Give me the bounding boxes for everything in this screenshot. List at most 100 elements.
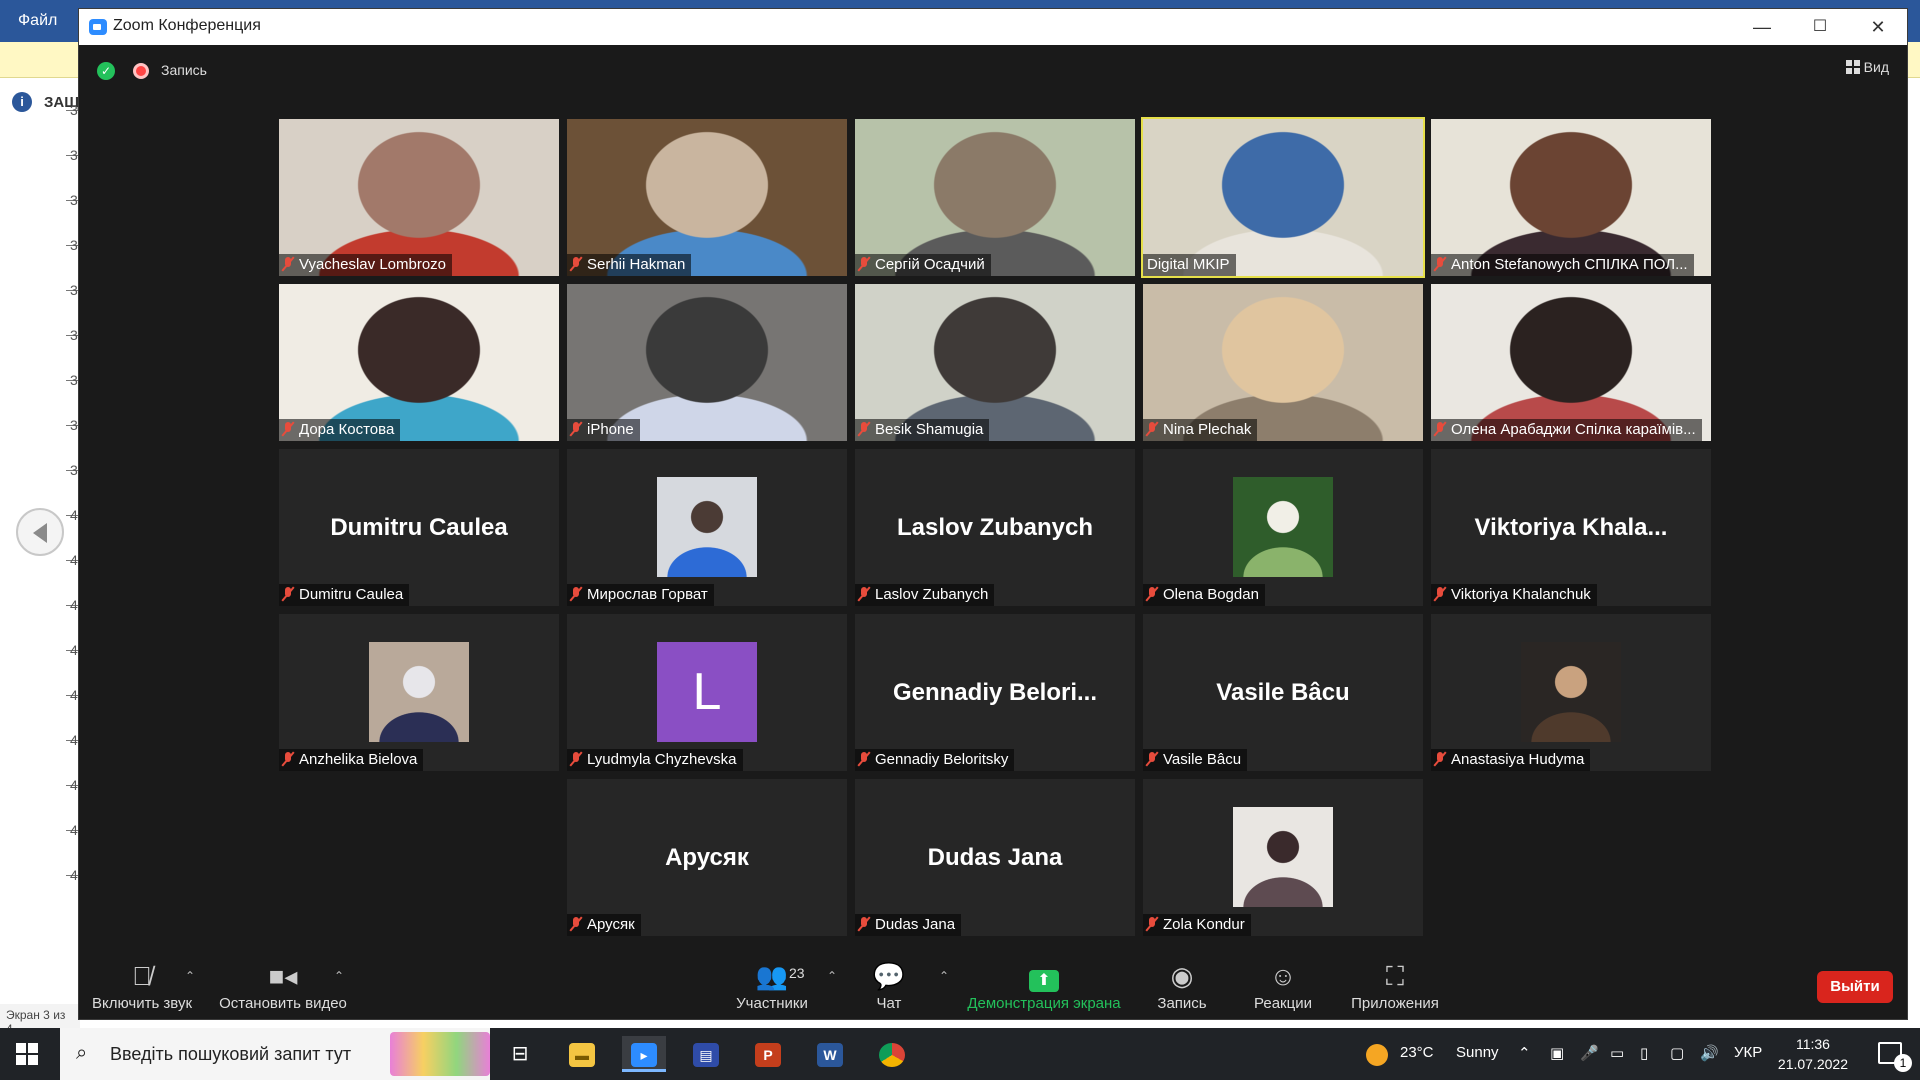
reactions-label: Реакции [1254,995,1312,1012]
chat-button[interactable]: 💬 Чат [859,959,919,1021]
windows-start-icon[interactable] [16,1043,38,1065]
language-indicator[interactable]: УКР [1734,1044,1762,1061]
reactions-button[interactable]: ☺ Реакции [1245,959,1321,1021]
powerpoint-icon[interactable]: P [746,1036,790,1072]
chat-options-caret[interactable]: ⌃ [939,969,949,983]
participant-name: Viktoriya Khalanchuk [1451,586,1591,603]
unmute-button[interactable]: 🎙̸ Включить звук [87,959,197,1021]
zoom-taskbar-icon[interactable]: ▸ [622,1036,666,1072]
tray-battery-icon[interactable]: ▯ [1640,1044,1648,1062]
participant-name: Anzhelika Bielova [299,751,418,768]
participant-tile[interactable]: Vasile Bâcu Vasile Bâcu [1143,614,1423,771]
close-button[interactable]: ✕ [1849,9,1907,45]
record-button[interactable]: ◉ Запись [1147,959,1217,1021]
participant-tile[interactable]: Dudas Jana Dudas Jana [855,779,1135,936]
participant-name: Olena Bogdan [1163,586,1259,603]
tray-volume-icon[interactable]: 🔊 [1700,1044,1719,1062]
participant-tile[interactable]: Олена Арабаджи Спілка караїмів... [1431,284,1711,441]
weather-temperature[interactable]: 23°C [1400,1044,1434,1061]
file-menu[interactable]: Файл [18,12,57,30]
file-explorer-icon[interactable]: ▬ [560,1036,604,1072]
unmute-label: Включить звук [91,995,193,1012]
participant-tile[interactable]: Nina Plechak [1143,284,1423,441]
window-title: Zoom Конференция [113,17,261,34]
participant-tile[interactable]: Viktoriya Khala... Viktoriya Khalanchuk [1431,449,1711,606]
tray-chevron-icon[interactable]: ⌃ [1518,1044,1531,1062]
zoom-logo-icon [89,19,107,35]
participant-tile[interactable]: Gennadiy Belori... Gennadiy Beloritsky [855,614,1135,771]
participant-tile[interactable]: Digital MKIP [1141,117,1425,278]
participant-name-tag: Vyacheslav Lombrozo [279,254,453,276]
stop-video-button[interactable]: ■◂ Остановить видео [215,959,351,1021]
apps-button[interactable]: ⛶ Приложения [1343,959,1447,1021]
participant-tile[interactable]: Besik Shamugia [855,284,1135,441]
participant-tile[interactable]: Anastasiya Hudyma [1431,614,1711,771]
participant-name: Laslov Zubanych [875,586,989,603]
previous-page-button[interactable] [16,508,64,556]
participant-video [1143,284,1423,441]
participant-tile[interactable]: Anton Stefanowych СПІЛКА ПОЛ... [1431,119,1711,276]
participant-tile[interactable]: Vyacheslav Lombrozo [279,119,559,276]
participant-tile[interactable]: Дора Костова [279,284,559,441]
participant-name-tag: Anastasiya Hudyma [1431,749,1591,771]
participants-options-caret[interactable]: ⌃ [827,969,837,983]
gallery-view: Vyacheslav Lombrozo Serhii Hakman Сергій О… [279,117,1711,949]
muted-microphone-icon [859,257,869,271]
taskbar-search-box[interactable]: ⌕ Введіть пошуковий запит тут [60,1028,490,1080]
tray-device-icon[interactable]: ▣ [1550,1044,1564,1062]
recording-label: Запись [161,62,207,78]
taskbar-clock[interactable]: 11:36 21.07.2022 [1778,1034,1848,1074]
participant-display-name: Dumitru Caulea [330,513,508,541]
participant-video [1143,119,1423,276]
participant-display-name: Viktoriya Khala... [1474,513,1668,541]
participant-name-tag: Дора Костова [279,419,401,441]
minimize-button[interactable]: — [1733,9,1791,45]
participant-name-tag: iPhone [567,419,640,441]
participant-tile[interactable]: Olena Bogdan [1143,449,1423,606]
participant-name-tag: Laslov Zubanych [855,584,995,606]
recording-indicator-icon [133,63,149,79]
participant-avatar-image [657,477,757,577]
tray-display-icon[interactable]: ▢ [1670,1044,1684,1062]
chrome-icon[interactable] [870,1036,914,1072]
zoom-titlebar: Zoom Конференция — ☐ ✕ [79,9,1907,45]
participant-tile[interactable]: Anzhelika Bielova [279,614,559,771]
video-options-caret[interactable]: ⌃ [334,969,344,983]
participant-tile[interactable]: Мирослав Горват [567,449,847,606]
maximize-button[interactable]: ☐ [1791,9,1849,45]
word-icon[interactable]: W [808,1036,852,1072]
ruler-number: 4 [70,642,78,658]
participant-name-tag: Anzhelika Bielova [279,749,424,771]
participant-tile[interactable]: Serhii Hakman [567,119,847,276]
tray-microphone-icon[interactable]: 🎤 [1580,1044,1599,1062]
security-shield-icon[interactable]: ✓ [97,62,115,80]
leave-meeting-button[interactable]: Выйти [1817,971,1893,1003]
participant-tile[interactable]: Сергій Осадчий [855,119,1135,276]
participant-tile[interactable]: L Lyudmyla Chyzhevska [567,614,847,771]
participant-tile[interactable]: Laslov Zubanych Laslov Zubanych [855,449,1135,606]
save-disk-icon[interactable]: ▤ [684,1036,728,1072]
muted-microphone-icon [571,917,581,931]
participant-avatar-image [1233,807,1333,907]
weather-description[interactable]: Sunny [1456,1044,1499,1061]
participant-tile[interactable]: Арусяк Арусяк [567,779,847,936]
participant-video [1431,284,1711,441]
task-view-icon[interactable]: ⊟ [498,1036,542,1072]
participant-tile[interactable]: Zola Kondur [1143,779,1423,936]
share-screen-button[interactable]: ⬆ Демонстрация экрана [959,959,1129,1021]
participant-name-tag: Nina Plechak [1143,419,1258,441]
video-camera-icon: ■◂ [268,961,298,991]
muted-microphone-icon [283,587,293,601]
muted-microphone-icon [1147,917,1157,931]
participant-name-tag: Anton Stefanowych СПІЛКА ПОЛ... [1431,254,1694,276]
muted-microphone-icon [571,422,581,436]
participant-name-tag: Dumitru Caulea [279,584,410,606]
tray-network-icon[interactable]: ▭ [1610,1044,1624,1062]
participant-video [567,119,847,276]
participant-name-tag: Digital MKIP [1143,254,1236,276]
view-button[interactable]: Вид [1845,59,1889,75]
muted-microphone-icon [283,257,293,271]
participant-tile[interactable]: iPhone [567,284,847,441]
participant-tile[interactable]: Dumitru Caulea Dumitru Caulea [279,449,559,606]
audio-options-caret[interactable]: ⌃ [185,969,195,983]
